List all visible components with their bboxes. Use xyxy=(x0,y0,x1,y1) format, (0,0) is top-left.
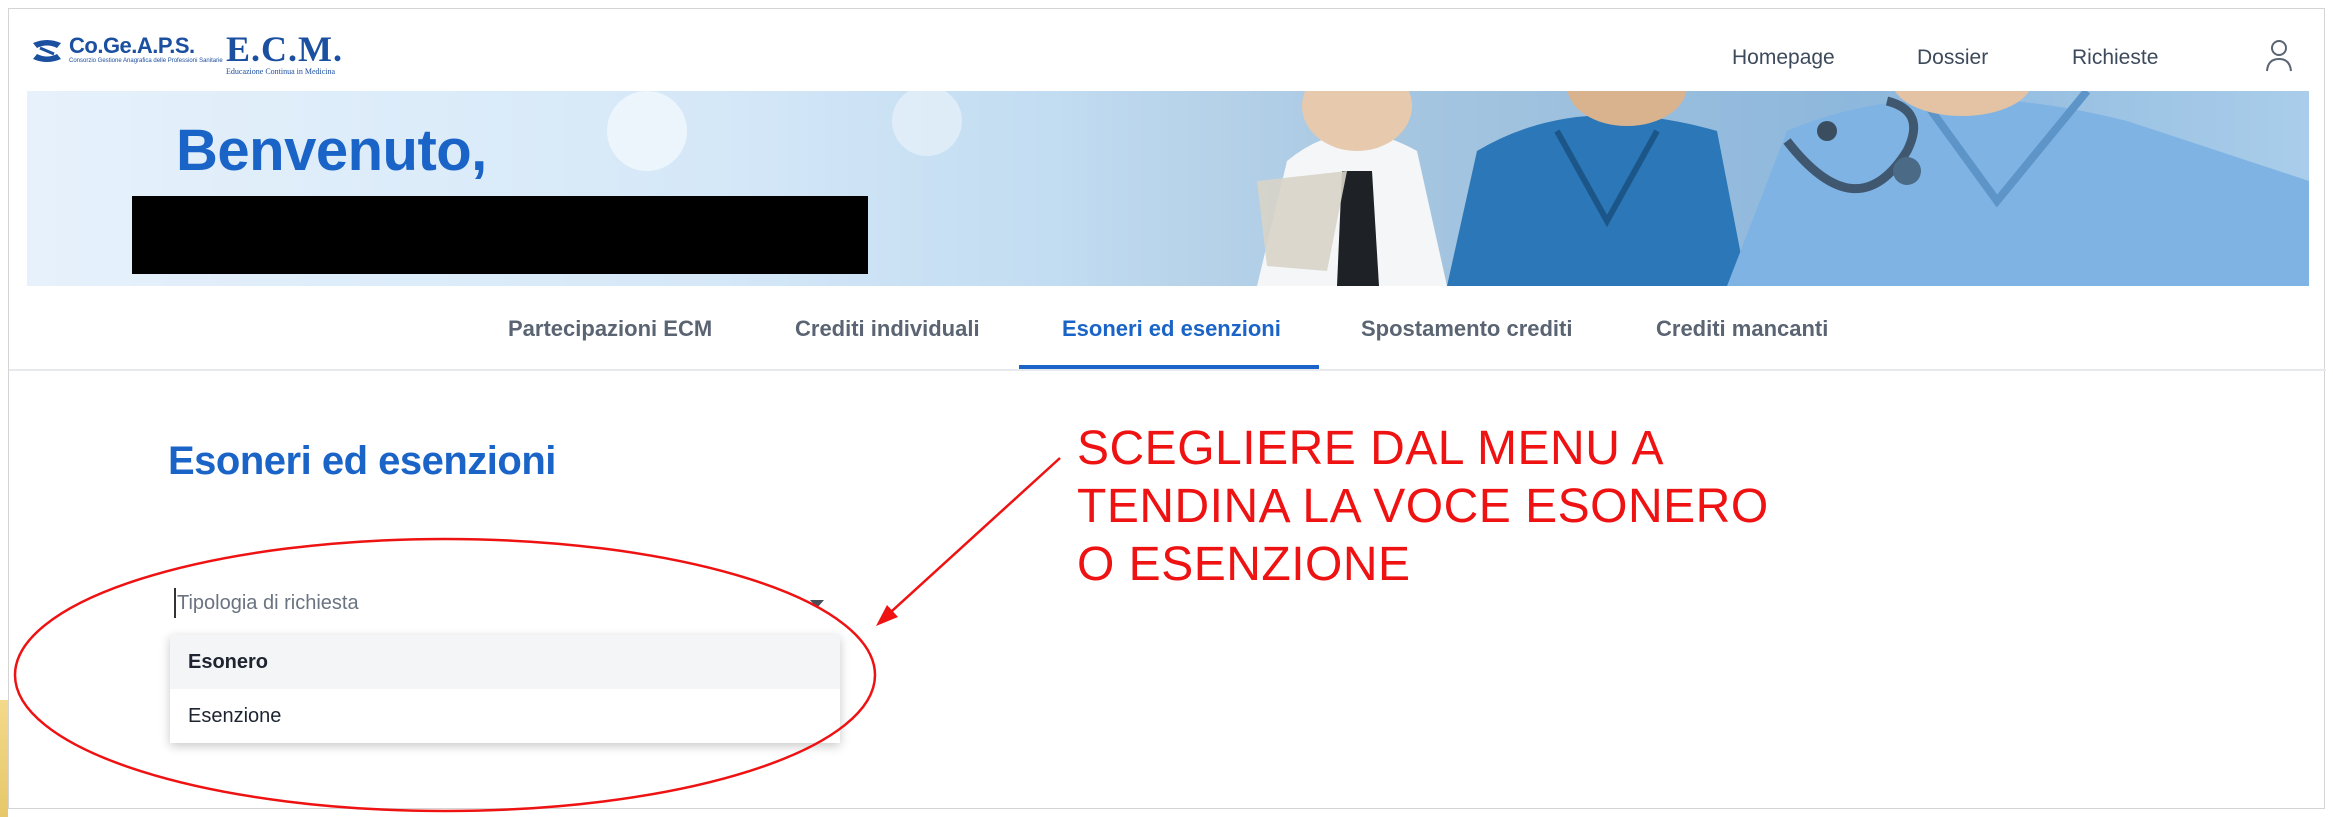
ecm-wordmark: E.C.M. xyxy=(226,29,343,69)
welcome-heading: Benvenuto, xyxy=(176,118,487,183)
left-edge-strip xyxy=(0,700,8,817)
request-type-select[interactable]: Tipologia di richiesta xyxy=(174,586,834,622)
text-cursor xyxy=(174,588,176,618)
nav-dossier[interactable]: Dossier xyxy=(1917,45,1988,71)
cogeaps-tagline: Consorzio Gestione Anagrafica delle Prof… xyxy=(69,58,223,64)
header: Co.Ge.A.P.S. Consorzio Gestione Anagrafi… xyxy=(9,9,2326,91)
tab-esoneri-ed-esenzioni[interactable]: Esoneri ed esenzioni xyxy=(1062,316,1281,342)
cogeaps-wordmark: Co.Ge.A.P.S. xyxy=(69,33,195,58)
user-icon[interactable] xyxy=(2264,39,2294,73)
active-tab-indicator xyxy=(1019,365,1319,369)
dropdown-menu: Esonero Esenzione xyxy=(170,635,840,743)
annotation-line: TENDINA LA VOCE ESONERO xyxy=(1077,480,1769,533)
page-title: Esoneri ed esenzioni xyxy=(168,439,556,483)
hero-banner: Benvenuto, xyxy=(27,91,2309,286)
chevron-down-icon[interactable] xyxy=(810,600,824,608)
tab-crediti-mancanti[interactable]: Crediti mancanti xyxy=(1656,316,1828,342)
option-esenzione[interactable]: Esenzione xyxy=(170,689,840,743)
tab-partecipazioni-ecm[interactable]: Partecipazioni ECM xyxy=(508,316,712,342)
annotation-line: SCEGLIERE DAL MENU A xyxy=(1077,422,1665,475)
nav-homepage[interactable]: Homepage xyxy=(1732,45,1835,71)
ecm-tagline: Educazione Continua in Medicina xyxy=(226,67,336,76)
tab-spostamento-crediti[interactable]: Spostamento crediti xyxy=(1361,316,1572,342)
browser-viewport: Co.Ge.A.P.S. Consorzio Gestione Anagrafi… xyxy=(8,8,2326,809)
annotation-text: SCEGLIERE DAL MENU A TENDINA LA VOCE ESO… xyxy=(1077,420,1769,594)
cogeaps-logo[interactable]: Co.Ge.A.P.S. Consorzio Gestione Anagrafi… xyxy=(31,35,223,65)
redacted-username xyxy=(132,196,868,274)
section-tabs: Partecipazioni ECM Crediti individuali E… xyxy=(9,286,2326,371)
ecm-logo[interactable]: E.C.M. Educazione Continua in Medicina xyxy=(226,31,343,77)
tab-crediti-individuali[interactable]: Crediti individuali xyxy=(795,316,980,342)
select-placeholder: Tipologia di richiesta xyxy=(177,592,359,614)
option-esonero[interactable]: Esonero xyxy=(170,635,840,689)
nav-richieste[interactable]: Richieste xyxy=(2072,45,2158,71)
cogeaps-logo-icon xyxy=(33,40,61,62)
annotation-line: O ESENZIONE xyxy=(1077,538,1411,591)
